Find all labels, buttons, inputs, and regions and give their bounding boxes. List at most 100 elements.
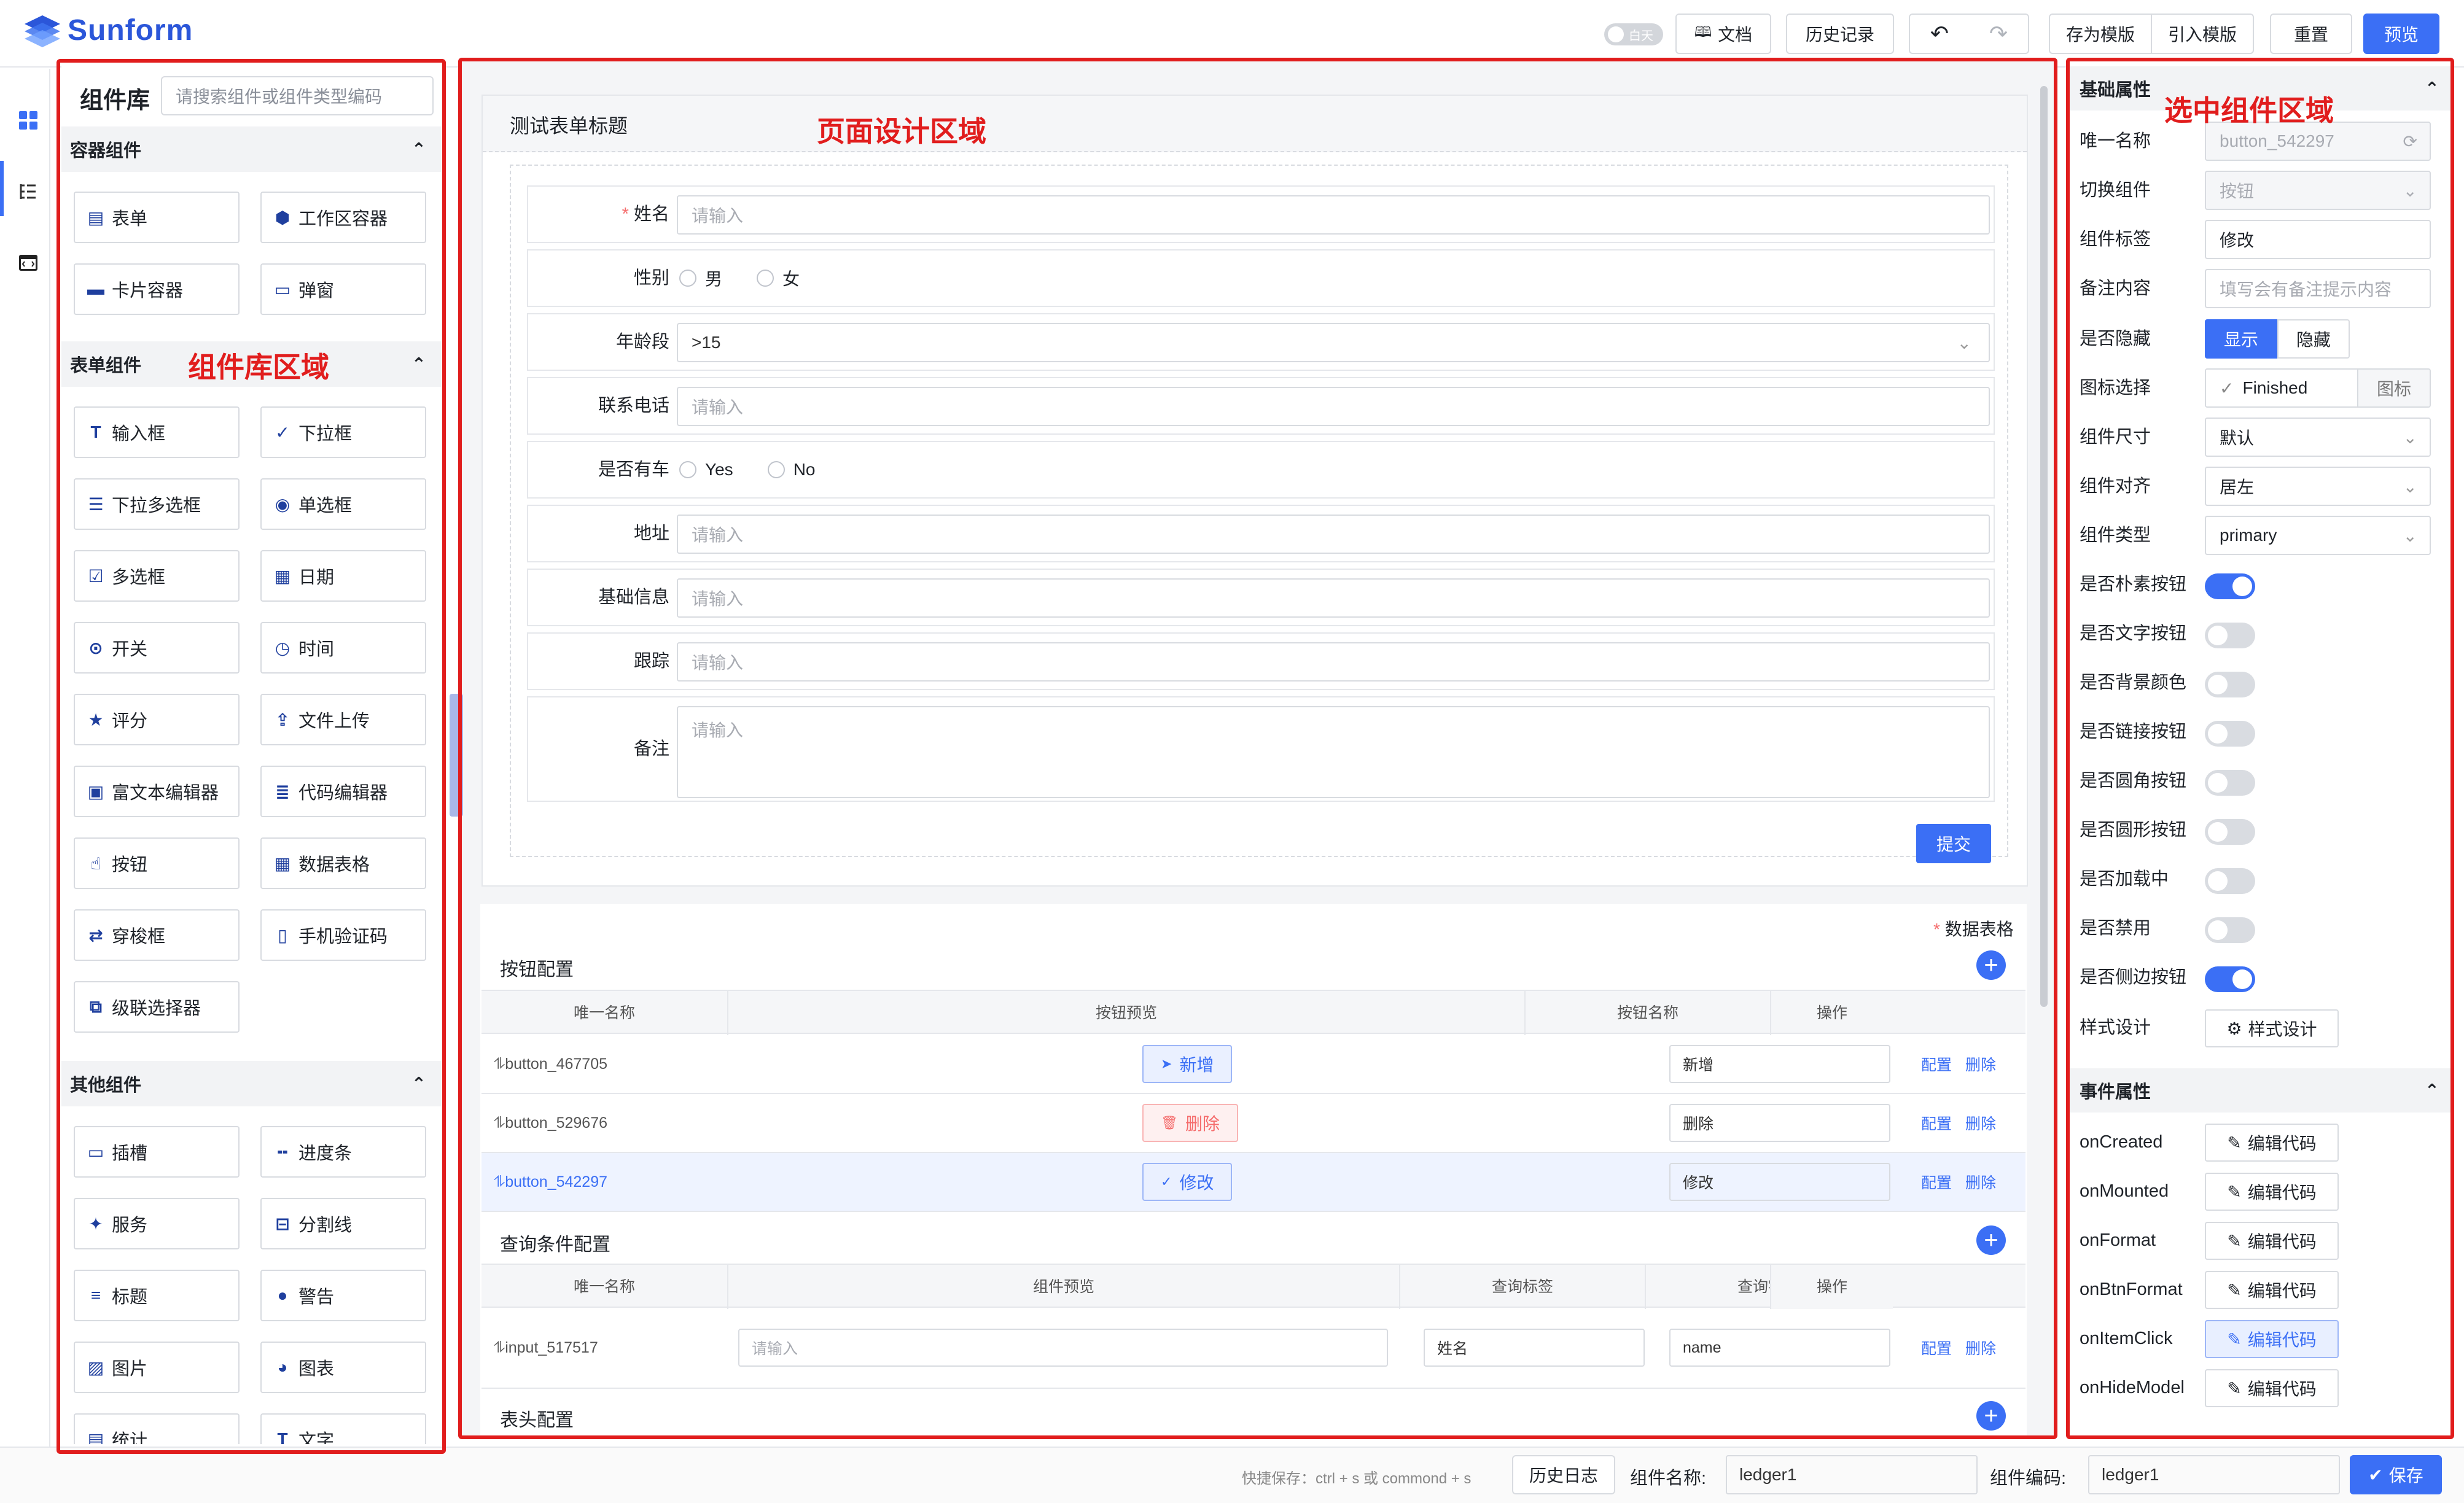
button-preview[interactable]: ✓ 修改 <box>1142 1163 1233 1201</box>
form-row-track[interactable]: 跟踪 请输入 <box>527 632 1995 690</box>
toggle-switch[interactable] <box>2205 966 2255 992</box>
form-row-age[interactable]: 年龄段 >15 ⌄ <box>527 313 1995 371</box>
toggle-switch[interactable] <box>2205 819 2255 845</box>
toggle-switch[interactable] <box>2205 721 2255 747</box>
button-delete-link[interactable]: 删除 <box>1965 1112 1996 1134</box>
component-label-input[interactable]: 修改 <box>2205 220 2431 259</box>
query-row[interactable]: ⥮ input_517517 请输入 姓名 name 配置 删除 <box>481 1308 2025 1389</box>
align-select[interactable]: 居左 ⌄ <box>2205 467 2431 506</box>
add-header-config-icon[interactable]: + <box>1976 1401 2006 1431</box>
library-item[interactable]: ▭ 插槽 <box>74 1126 240 1178</box>
basic-info-input[interactable]: 请输入 <box>677 578 1990 618</box>
icon-picker-button[interactable]: 图标 <box>2357 368 2431 408</box>
toggle-switch[interactable] <box>2205 623 2255 648</box>
event-props-header[interactable]: 事件属性 ⌃ <box>2067 1068 2452 1113</box>
icon-select-input[interactable]: ✓ Finished <box>2205 368 2358 408</box>
library-item[interactable]: ▬ 卡片容器 <box>74 263 240 315</box>
component-name-input[interactable]: ledger1 <box>1726 1455 1978 1494</box>
style-design-button[interactable]: ⚙ 样式设计 <box>2205 1009 2339 1047</box>
library-item[interactable]: ▭ 弹窗 <box>260 263 426 315</box>
button-name-input[interactable]: 删除 <box>1669 1104 1890 1142</box>
query-preview-input[interactable]: 请输入 <box>738 1329 1388 1367</box>
docs-button[interactable]: 🕮 文档 <box>1675 14 1771 54</box>
library-item[interactable]: ▣ 富文本编辑器 <box>74 766 240 817</box>
gender-radio-male[interactable]: 男 <box>679 266 722 290</box>
import-template-button[interactable]: 引入模版 <box>2151 14 2254 54</box>
type-select[interactable]: primary ⌄ <box>2205 516 2431 555</box>
component-code-input[interactable]: ledger1 <box>2088 1455 2340 1494</box>
track-input[interactable]: 请输入 <box>677 642 1990 682</box>
edit-code-button[interactable]: ✎ 编辑代码 <box>2205 1369 2339 1407</box>
undo-icon[interactable]: ↶ <box>1910 21 1969 47</box>
remark-input[interactable]: 填写会有备注提示内容 <box>2205 269 2431 308</box>
save-button[interactable]: ✔ 保存 <box>2350 1455 2442 1494</box>
preview-button[interactable]: 预览 <box>2363 14 2439 54</box>
submit-button[interactable]: 提交 <box>1916 824 1991 863</box>
show-option[interactable]: 显示 <box>2205 319 2277 359</box>
form-row-remark[interactable]: 备注 请输入 <box>527 696 1995 802</box>
panel-resize-handle[interactable] <box>450 694 463 817</box>
form-row-address[interactable]: 地址 请输入 <box>527 505 1995 562</box>
library-item[interactable]: ▨ 图片 <box>74 1342 240 1393</box>
query-config-link[interactable]: 配置 <box>1921 1337 1952 1359</box>
library-item[interactable]: ⇪ 文件上传 <box>260 694 426 745</box>
add-query-config-icon[interactable]: + <box>1976 1225 2006 1255</box>
library-search-input[interactable]: 请搜索组件或组件类型编码 <box>161 76 434 115</box>
gender-radio-female[interactable]: 女 <box>757 266 800 290</box>
address-input[interactable]: 请输入 <box>677 515 1990 554</box>
library-item[interactable]: ≡ 标题 <box>74 1270 240 1321</box>
toggle-switch[interactable] <box>2205 917 2255 943</box>
car-radio-no[interactable]: No <box>767 460 815 480</box>
library-item[interactable]: ◉ 单选框 <box>260 478 426 530</box>
query-field-input[interactable]: name <box>1669 1329 1890 1367</box>
theme-toggle[interactable]: 白天 <box>1604 23 1663 45</box>
add-button-config-icon[interactable]: + <box>1976 950 2006 980</box>
edit-code-button[interactable]: ✎ 编辑代码 <box>2205 1124 2339 1162</box>
button-config-link[interactable]: 配置 <box>1921 1171 1952 1193</box>
toggle-switch[interactable] <box>2205 770 2255 796</box>
library-item[interactable]: ╍ 进度条 <box>260 1126 426 1178</box>
library-item[interactable]: ⇄ 穿梭框 <box>74 909 240 961</box>
save-template-button[interactable]: 存为模版 <box>2049 14 2152 54</box>
toggle-switch[interactable] <box>2205 868 2255 894</box>
toggle-switch[interactable] <box>2205 672 2255 697</box>
edit-code-button[interactable]: ✎ 编辑代码 <box>2205 1173 2339 1211</box>
car-radio-yes[interactable]: Yes <box>679 460 733 480</box>
query-label-input[interactable]: 姓名 <box>1424 1329 1645 1367</box>
phone-input[interactable]: 请输入 <box>677 387 1990 426</box>
reset-button[interactable]: 重置 <box>2270 14 2352 54</box>
query-delete-link[interactable]: 删除 <box>1965 1337 1996 1359</box>
button-config-row[interactable]: ⥮ button_529676 🗑 删除 删除 配置 删除 <box>481 1094 2025 1153</box>
form-row-phone[interactable]: 联系电话 请输入 <box>527 377 1995 435</box>
button-name-input[interactable]: 修改 <box>1669 1163 1890 1201</box>
button-name-input[interactable]: 新增 <box>1669 1045 1890 1083</box>
library-item[interactable]: ▤ 表单 <box>74 192 240 243</box>
history-log-button[interactable]: 历史日志 <box>1512 1455 1615 1494</box>
library-section-header[interactable]: 容器组件 ⌃ <box>61 126 441 172</box>
age-select[interactable]: >15 ⌄ <box>677 323 1990 362</box>
library-section-header[interactable]: 其他组件 ⌃ <box>61 1061 441 1106</box>
button-config-row[interactable]: ⥮ button_467705 ➤ 新增 新增 配置 删除 <box>481 1035 2025 1094</box>
library-item[interactable]: ⧉ 级联选择器 <box>74 981 240 1033</box>
form-row-basic-info[interactable]: 基础信息 请输入 <box>527 569 1995 626</box>
button-preview[interactable]: 🗑 删除 <box>1142 1104 1238 1142</box>
toggle-switch[interactable] <box>2205 573 2255 599</box>
library-item[interactable]: ● 警告 <box>260 1270 426 1321</box>
library-item[interactable]: ▦ 日期 <box>260 550 426 602</box>
switch-component-select[interactable]: 按钮 ⌄ <box>2205 171 2431 210</box>
library-item[interactable]: ⊟ 分割线 <box>260 1198 426 1249</box>
library-item[interactable]: ◷ 时间 <box>260 622 426 674</box>
remark-textarea[interactable]: 请输入 <box>677 706 1990 798</box>
refresh-icon[interactable]: ⟳ <box>2403 131 2417 152</box>
button-delete-link[interactable]: 删除 <box>1965 1053 1996 1075</box>
edit-code-button[interactable]: ✎ 编辑代码 <box>2205 1320 2339 1358</box>
history-button[interactable]: 历史记录 <box>1786 14 1894 54</box>
button-config-row[interactable]: ⥮ button_542297 ✓ 修改 修改 配置 删除 <box>481 1153 2025 1212</box>
button-config-link[interactable]: 配置 <box>1921 1112 1952 1134</box>
library-item[interactable]: ▯ 手机验证码 <box>260 909 426 961</box>
form-row-gender[interactable]: 性别 男 女 <box>527 249 1995 307</box>
button-delete-link[interactable]: 删除 <box>1965 1171 1996 1193</box>
name-input[interactable]: 请输入 <box>677 195 1990 235</box>
size-select[interactable]: 默认 ⌄ <box>2205 418 2431 457</box>
library-item[interactable]: ✦ 服务 <box>74 1198 240 1249</box>
